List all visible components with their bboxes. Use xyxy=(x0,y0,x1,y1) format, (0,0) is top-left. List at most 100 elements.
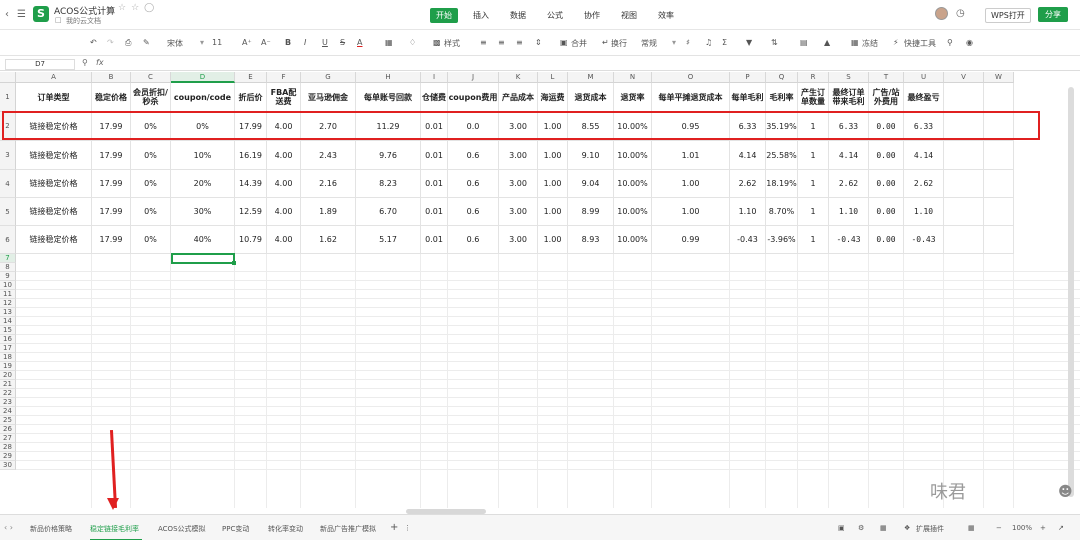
increase-font-icon[interactable]: A⁺ xyxy=(242,38,252,47)
data-cell[interactable]: 10.00% xyxy=(614,141,652,170)
increase-decimal-icon[interactable]: ♫ xyxy=(705,38,712,47)
row-header[interactable]: 27 xyxy=(0,434,16,443)
empty-row[interactable] xyxy=(16,461,1080,470)
cell-style-icon[interactable]: ▩ xyxy=(433,38,441,47)
empty-row[interactable] xyxy=(16,317,1080,326)
data-cell[interactable]: -0.43 xyxy=(730,226,766,254)
menu-insert[interactable]: 插入 xyxy=(467,8,495,23)
data-cell[interactable]: 8.99 xyxy=(568,198,614,226)
fullscreen-icon[interactable]: ↗ xyxy=(1058,524,1064,532)
data-cell[interactable]: 9.04 xyxy=(568,170,614,198)
tab-stable-link-margin[interactable]: 稳定链接毛利率 xyxy=(90,524,139,534)
data-cell[interactable]: 0% xyxy=(131,198,171,226)
decrease-font-icon[interactable]: A⁻ xyxy=(261,38,271,47)
column-header-f[interactable]: F xyxy=(267,72,301,83)
data-cell[interactable]: 4.00 xyxy=(267,198,301,226)
column-header-b[interactable]: B xyxy=(92,72,131,83)
empty-row[interactable] xyxy=(16,335,1080,344)
column-header-a[interactable]: A xyxy=(16,72,92,83)
menu-collab[interactable]: 协作 xyxy=(578,8,606,23)
data-cell[interactable]: 1.00 xyxy=(652,198,730,226)
format-painter-icon[interactable]: ✎ xyxy=(143,38,150,47)
empty-cell[interactable] xyxy=(984,141,1014,170)
data-cell[interactable]: 16.19 xyxy=(235,141,267,170)
tab-new-product-pricing[interactable]: 新品价格策略 xyxy=(30,524,72,534)
menu-view[interactable]: 视图 xyxy=(615,8,643,23)
row-header[interactable]: 30 xyxy=(0,461,16,470)
vertical-align-icon[interactable]: ⇕ xyxy=(535,38,542,47)
header-cell[interactable]: 会员折扣/秒杀 xyxy=(131,83,171,112)
row-header[interactable]: 22 xyxy=(0,389,16,398)
data-cell[interactable]: 6.70 xyxy=(356,198,421,226)
empty-cell[interactable] xyxy=(944,226,984,254)
menu-data[interactable]: 数据 xyxy=(504,8,532,23)
image-icon[interactable]: ▲ xyxy=(824,38,830,47)
column-header-r[interactable]: R xyxy=(798,72,829,83)
number-format-dropdown-icon[interactable]: ▾ xyxy=(672,38,676,47)
header-cell[interactable]: 每单平摊退货成本 xyxy=(652,83,730,112)
data-cell[interactable]: 10.00% xyxy=(614,198,652,226)
merge-icon[interactable]: ▣ xyxy=(560,38,568,47)
row-header[interactable]: 4 xyxy=(0,170,16,198)
wps-open-button[interactable]: WPS打开 xyxy=(985,8,1031,23)
empty-row[interactable] xyxy=(16,344,1080,353)
header-cell[interactable]: 退货率 xyxy=(614,83,652,112)
more-icon[interactable]: ◉ xyxy=(966,38,973,47)
header-cell[interactable]: 折后价 xyxy=(235,83,267,112)
add-sheet-icon[interactable]: + xyxy=(390,522,398,533)
name-box[interactable]: D7 xyxy=(5,59,75,70)
merge-button[interactable]: 合并 xyxy=(571,38,587,49)
empty-row[interactable] xyxy=(16,353,1080,362)
data-cell[interactable]: 1.10 xyxy=(829,198,869,226)
align-left-icon[interactable]: ≡ xyxy=(480,38,487,47)
column-header-d[interactable]: D xyxy=(171,72,235,83)
column-header-h[interactable]: H xyxy=(356,72,421,83)
data-cell[interactable]: 链接稳定价格 xyxy=(16,226,92,254)
column-header-i[interactable]: I xyxy=(421,72,448,83)
back-icon[interactable]: ‹ xyxy=(5,9,9,20)
data-cell[interactable]: 1.62 xyxy=(301,226,356,254)
empty-row[interactable] xyxy=(16,308,1080,317)
row-header[interactable]: 19 xyxy=(0,362,16,371)
sum-icon[interactable]: Σ xyxy=(722,38,727,47)
column-header-q[interactable]: Q xyxy=(766,72,798,83)
data-cell[interactable]: 链接稳定价格 xyxy=(16,198,92,226)
row-header[interactable]: 29 xyxy=(0,452,16,461)
column-header-p[interactable]: P xyxy=(730,72,766,83)
empty-row[interactable] xyxy=(16,452,1080,461)
empty-cell[interactable] xyxy=(944,198,984,226)
row-header[interactable]: 12 xyxy=(0,299,16,308)
empty-cell[interactable] xyxy=(944,141,984,170)
data-cell[interactable]: 0.00 xyxy=(869,141,904,170)
settings-icon[interactable]: ⚙ xyxy=(858,524,864,532)
header-cell[interactable]: 产生订单数量 xyxy=(798,83,829,112)
data-cell[interactable]: 0.00 xyxy=(869,170,904,198)
column-header-n[interactable]: N xyxy=(614,72,652,83)
data-cell[interactable]: 2.62 xyxy=(829,170,869,198)
font-size-select[interactable]: 11 xyxy=(212,38,222,47)
column-header-v[interactable]: V xyxy=(944,72,984,83)
borders-icon[interactable]: ▦ xyxy=(385,38,393,47)
data-cell[interactable]: 10% xyxy=(171,141,235,170)
data-cell[interactable]: 10.00% xyxy=(614,226,652,254)
data-cell[interactable]: 8.70% xyxy=(766,198,798,226)
empty-row[interactable] xyxy=(16,407,1080,416)
data-cell[interactable]: 0% xyxy=(131,226,171,254)
layout-icon[interactable]: ▦ xyxy=(880,524,887,532)
header-cell[interactable]: 最终订单带来毛利 xyxy=(829,83,869,112)
row-header[interactable]: 18 xyxy=(0,353,16,362)
data-cell[interactable]: 2.16 xyxy=(301,170,356,198)
data-cell[interactable]: 0.01 xyxy=(421,141,448,170)
column-header-j[interactable]: J xyxy=(448,72,499,83)
data-cell[interactable]: 8.23 xyxy=(356,170,421,198)
column-header-w[interactable]: W xyxy=(984,72,1014,83)
column-header-t[interactable]: T xyxy=(869,72,904,83)
column-header-s[interactable]: S xyxy=(829,72,869,83)
column-header-e[interactable]: E xyxy=(235,72,267,83)
empty-cell[interactable] xyxy=(984,170,1014,198)
freeze-button[interactable]: 冻结 xyxy=(862,38,878,49)
data-cell[interactable]: 30% xyxy=(171,198,235,226)
history-icon[interactable]: ◷ xyxy=(956,8,965,19)
row-header[interactable]: 14 xyxy=(0,317,16,326)
empty-row[interactable] xyxy=(16,398,1080,407)
